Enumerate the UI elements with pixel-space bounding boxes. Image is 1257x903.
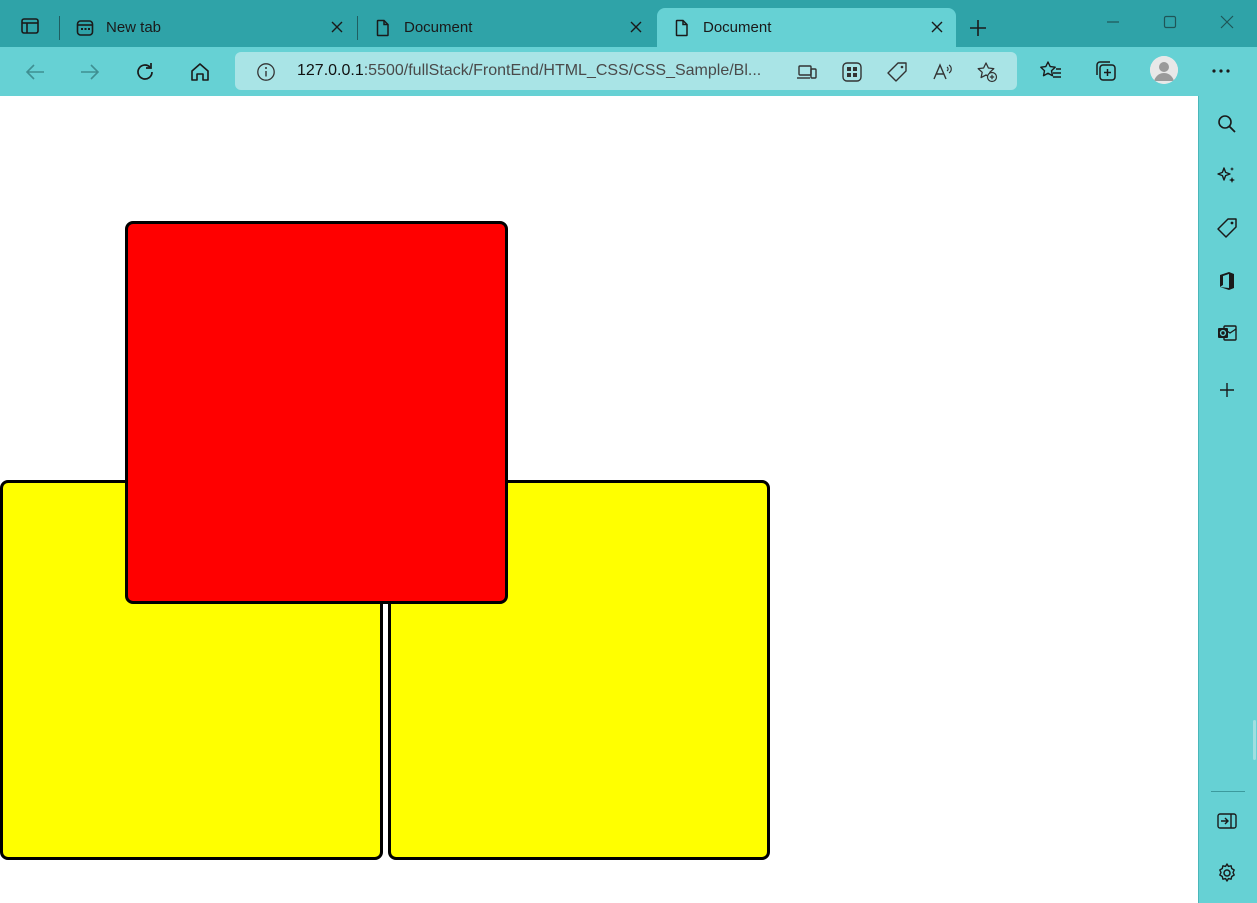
read-aloud-icon[interactable] bbox=[930, 60, 954, 84]
new-tab-page-icon bbox=[76, 19, 94, 37]
add-favorite-icon[interactable] bbox=[975, 60, 999, 84]
close-icon bbox=[1220, 15, 1234, 29]
scrollbar-thumb[interactable] bbox=[1253, 720, 1256, 760]
home-button[interactable] bbox=[185, 57, 215, 87]
add-icon[interactable] bbox=[1213, 376, 1241, 404]
info-icon[interactable] bbox=[255, 61, 277, 83]
tab-document-active[interactable]: Document bbox=[657, 8, 956, 47]
profile-icon[interactable] bbox=[1150, 56, 1178, 84]
hide-sidebar-icon[interactable] bbox=[1213, 807, 1241, 835]
address-bar[interactable]: 127.0.0.1:5500/fullStack/FrontEnd/HTML_C… bbox=[235, 52, 1017, 90]
red-box bbox=[125, 221, 508, 604]
maximize-button[interactable] bbox=[1155, 10, 1185, 34]
back-button[interactable] bbox=[20, 57, 50, 87]
url-text[interactable]: 127.0.0.1:5500/fullStack/FrontEnd/HTML_C… bbox=[297, 62, 761, 80]
tab-label: Document bbox=[404, 19, 473, 36]
close-window-button[interactable] bbox=[1212, 10, 1242, 34]
url-path: :5500/fullStack/FrontEnd/HTML_CSS/CSS_Sa… bbox=[363, 62, 762, 79]
close-tab-icon[interactable] bbox=[928, 18, 946, 36]
url-host: 127.0.0.1 bbox=[297, 62, 364, 79]
minimize-button[interactable] bbox=[1098, 10, 1128, 34]
shopping-tag-icon[interactable] bbox=[1213, 214, 1241, 242]
outlook-icon[interactable] bbox=[1213, 319, 1241, 347]
minimize-icon bbox=[1107, 21, 1119, 23]
back-icon bbox=[25, 64, 44, 80]
new-tab-button[interactable] bbox=[964, 14, 992, 42]
document-icon bbox=[673, 19, 691, 37]
tab-actions-icon[interactable] bbox=[14, 12, 46, 40]
more-icon[interactable] bbox=[1207, 57, 1235, 85]
refresh-icon bbox=[137, 63, 153, 80]
forward-icon bbox=[81, 64, 100, 80]
copilot-icon[interactable] bbox=[1213, 162, 1241, 190]
forward-button[interactable] bbox=[75, 57, 105, 87]
tag-icon[interactable] bbox=[885, 60, 909, 84]
browser-toolbar: 127.0.0.1:5500/fullStack/FrontEnd/HTML_C… bbox=[0, 47, 1257, 96]
edge-sidebar bbox=[1198, 96, 1257, 903]
settings-icon[interactable] bbox=[1213, 859, 1241, 887]
page-viewport bbox=[0, 96, 1198, 903]
sidebar-divider bbox=[1211, 791, 1245, 792]
tab-document[interactable]: Document bbox=[358, 8, 655, 47]
tab-label: Document bbox=[703, 19, 772, 36]
plus-icon bbox=[970, 20, 986, 36]
search-icon[interactable] bbox=[1213, 110, 1241, 138]
apps-icon[interactable] bbox=[840, 60, 864, 84]
maximize-icon bbox=[1163, 15, 1177, 29]
collections-icon[interactable] bbox=[1092, 57, 1120, 85]
tab-label: New tab bbox=[106, 19, 162, 36]
tab-new-tab[interactable]: New tab bbox=[60, 8, 356, 47]
close-tab-icon[interactable] bbox=[627, 18, 645, 36]
close-tab-icon[interactable] bbox=[328, 18, 346, 36]
title-bar: New tab Document Document bbox=[0, 0, 1257, 47]
office-icon[interactable] bbox=[1213, 267, 1241, 295]
favorites-icon[interactable] bbox=[1037, 57, 1065, 85]
devices-icon[interactable] bbox=[795, 60, 819, 84]
refresh-button[interactable] bbox=[130, 57, 160, 87]
home-icon bbox=[191, 63, 209, 81]
document-icon bbox=[374, 19, 392, 37]
